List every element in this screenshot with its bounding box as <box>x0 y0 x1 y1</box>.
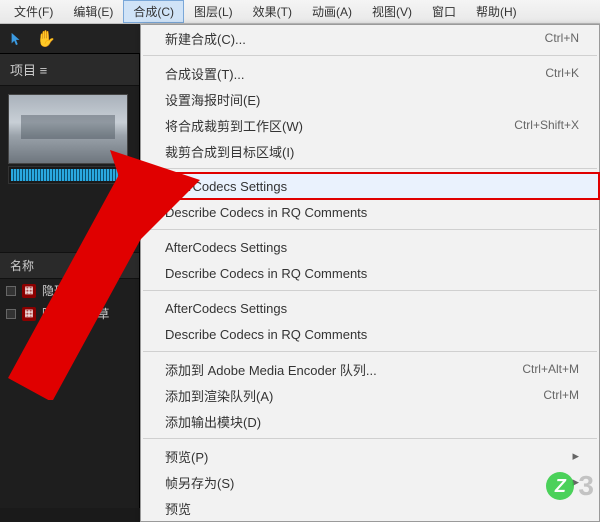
menu-animation[interactable]: 动画(A) <box>302 0 362 23</box>
menu-item[interactable]: AfterCodecs Settings <box>141 234 599 260</box>
project-panel: 项目 ≡ 名称 ▦ 隐形人 (音乐 ▦ 陌路人 (香草 <box>0 54 140 508</box>
menu-item-label: 添加到 Adobe Media Encoder 队列... <box>165 360 522 379</box>
asset-label: 陌路人 (香草 <box>42 305 109 322</box>
menu-item-label: Describe Codecs in RQ Comments <box>165 205 579 220</box>
menu-item[interactable]: Describe Codecs in RQ Comments <box>141 199 599 225</box>
menu-item-label: 设置海报时间(E) <box>165 90 579 109</box>
asset-label: 隐形人 (音乐 <box>42 282 109 299</box>
menu-item-shortcut: Ctrl+K <box>545 66 579 80</box>
menu-composition[interactable]: 合成(C) <box>123 0 184 23</box>
menu-item[interactable]: 合成设置(T)...Ctrl+K <box>141 60 599 86</box>
menu-file[interactable]: 文件(F) <box>4 0 63 23</box>
thumbnail-area <box>0 86 139 192</box>
menubar: 文件(F) 编辑(E) 合成(C) 图层(L) 效果(T) 动画(A) 视图(V… <box>0 0 600 24</box>
composition-menu-dropdown: 新建合成(C)...Ctrl+N 合成设置(T)...Ctrl+K 设置海报时间(E… <box>140 24 600 522</box>
menu-item[interactable]: 预览(P)▸ <box>141 443 599 469</box>
menu-item-shortcut: Ctrl+M <box>543 388 579 402</box>
menu-item-label: AfterCodecs Settings <box>165 240 579 255</box>
menu-separator <box>143 351 597 352</box>
menu-item[interactable]: Describe Codecs in RQ Comments <box>141 321 599 347</box>
menu-view[interactable]: 视图(V) <box>362 0 422 23</box>
menu-item-label: 将合成裁剪到工作区(W) <box>165 116 514 135</box>
menu-item-label: 新建合成(C)... <box>165 29 545 48</box>
watermark-badge-icon: Z <box>546 472 574 500</box>
menu-item-label: Describe Codecs in RQ Comments <box>165 266 579 281</box>
menu-item[interactable]: 裁剪合成到目标区域(I) <box>141 138 599 164</box>
menu-item-shortcut: Ctrl+Alt+M <box>522 362 579 376</box>
menu-item-label: 添加到渲染队列(A) <box>165 386 543 405</box>
project-panel-title: 项目 ≡ <box>0 54 139 86</box>
menu-edit[interactable]: 编辑(E) <box>63 0 123 23</box>
menu-item[interactable]: 新建合成(C)...Ctrl+N <box>141 25 599 51</box>
menu-item[interactable]: AfterCodecs Settings <box>141 173 599 199</box>
composition-thumbnail[interactable] <box>8 94 128 164</box>
menu-separator <box>143 438 597 439</box>
menu-separator <box>143 229 597 230</box>
menu-item-label: AfterCodecs Settings <box>165 179 579 194</box>
asset-row[interactable]: ▦ 隐形人 (音乐 <box>0 279 139 302</box>
asset-checkbox[interactable] <box>6 309 16 319</box>
menu-separator <box>143 168 597 169</box>
composition-icon: ▦ <box>22 284 36 298</box>
menu-item-label: 预览(P) <box>165 447 572 466</box>
menu-item[interactable]: 帧另存为(S)▸ <box>141 469 599 495</box>
menu-effect[interactable]: 效果(T) <box>243 0 302 23</box>
menu-item-label: 添加输出模块(D) <box>165 412 579 431</box>
menu-item-label: 合成设置(T)... <box>165 64 545 83</box>
menu-item-label: 预览 <box>165 499 579 518</box>
hand-tool-icon[interactable]: ✋ <box>36 29 56 49</box>
audio-waveform <box>8 166 128 184</box>
asset-row[interactable]: ▦ 陌路人 (香草 <box>0 302 139 325</box>
menu-item-label: Describe Codecs in RQ Comments <box>165 327 579 342</box>
menu-item-shortcut: Ctrl+Shift+X <box>514 118 579 132</box>
selection-tool-icon[interactable] <box>6 29 26 49</box>
asset-checkbox[interactable] <box>6 286 16 296</box>
menu-item[interactable]: 预览 <box>141 495 599 521</box>
composition-icon: ▦ <box>22 307 36 321</box>
menu-item-label: 裁剪合成到目标区域(I) <box>165 142 579 161</box>
menu-separator <box>143 290 597 291</box>
menu-item[interactable]: 设置海报时间(E) <box>141 86 599 112</box>
watermark-number: 3 <box>578 470 594 502</box>
menu-window[interactable]: 窗口 <box>422 0 466 23</box>
menu-item-shortcut: Ctrl+N <box>545 31 579 45</box>
menu-layer[interactable]: 图层(L) <box>184 0 243 23</box>
menu-item-label: AfterCodecs Settings <box>165 301 579 316</box>
name-column-header[interactable]: 名称 <box>0 252 139 279</box>
submenu-arrow-icon: ▸ <box>572 448 579 464</box>
menu-separator <box>143 55 597 56</box>
menu-item[interactable]: 添加到渲染队列(A)Ctrl+M <box>141 382 599 408</box>
menu-item-label: 帧另存为(S) <box>165 473 572 492</box>
watermark: Z 3 <box>546 470 594 502</box>
menu-item[interactable]: 添加输出模块(D) <box>141 408 599 434</box>
menu-item[interactable]: 将合成裁剪到工作区(W)Ctrl+Shift+X <box>141 112 599 138</box>
menu-help[interactable]: 帮助(H) <box>466 0 527 23</box>
menu-item[interactable]: 添加到 Adobe Media Encoder 队列...Ctrl+Alt+M <box>141 356 599 382</box>
menu-item[interactable]: AfterCodecs Settings <box>141 295 599 321</box>
menu-item[interactable]: Describe Codecs in RQ Comments <box>141 260 599 286</box>
